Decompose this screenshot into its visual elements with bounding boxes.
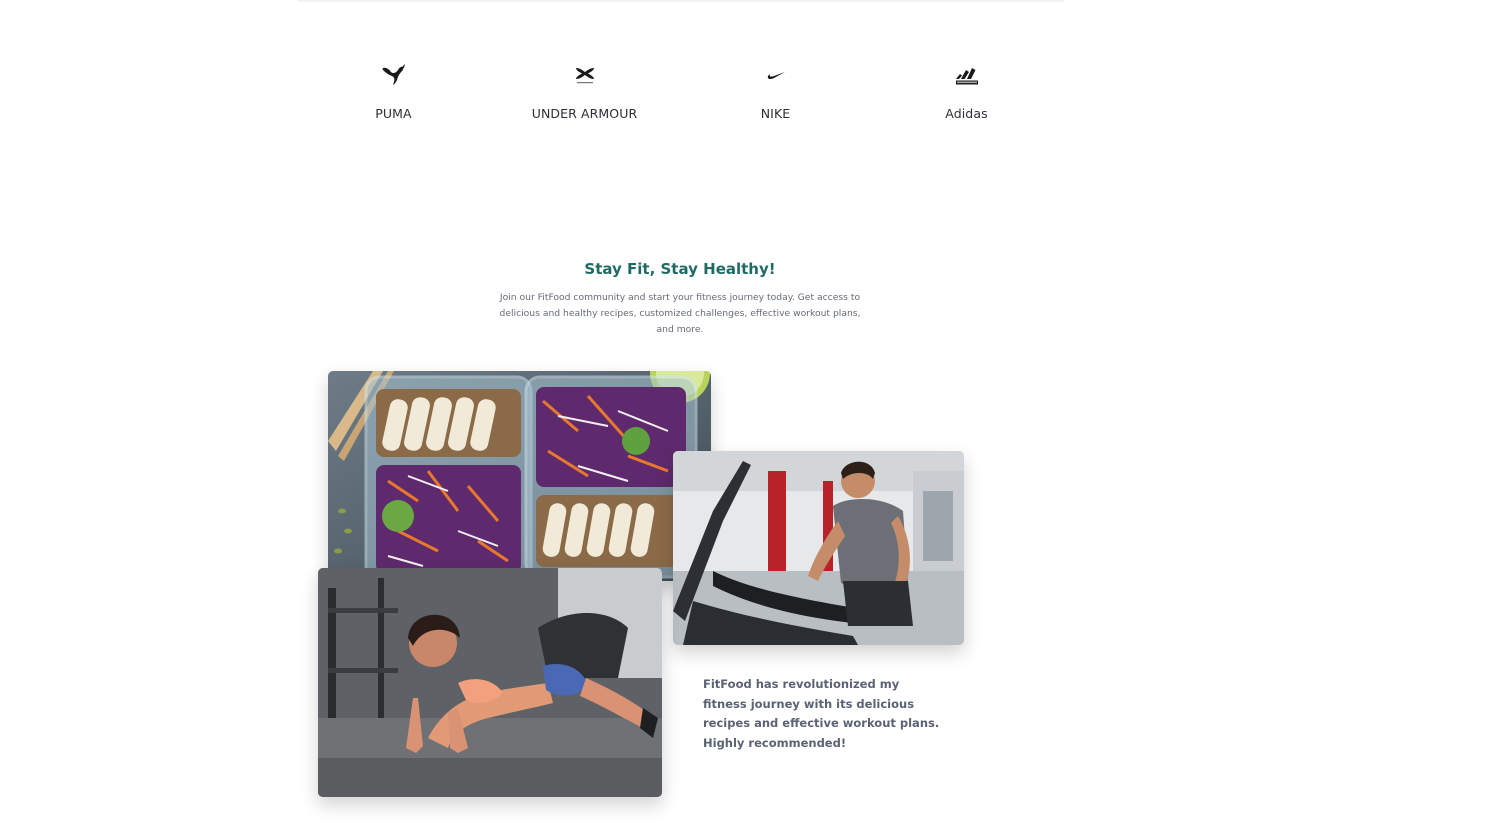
brand-name: NIKE [760, 106, 791, 121]
treadmill-runner-photo [673, 451, 964, 645]
brand-nike[interactable]: NIKE [680, 60, 871, 130]
under-armour-logo-icon [489, 60, 680, 90]
brand-puma[interactable]: PUMA [298, 60, 489, 130]
top-divider [298, 0, 1064, 2]
testimonial-quote: FitFood has revolutionized my fitness jo… [703, 677, 940, 750]
plank-workout-photo [318, 568, 662, 797]
page: PUMA UNDER ARMOUR NIKE Adidas Stay Fit, … [0, 0, 1492, 832]
puma-logo-icon [298, 60, 489, 90]
brand-name: PUMA [375, 106, 412, 121]
brand-adidas[interactable]: Adidas [871, 60, 1062, 130]
brand-partners: PUMA UNDER ARMOUR NIKE Adidas [298, 60, 1064, 130]
section-title: Stay Fit, Stay Healthy! [584, 260, 776, 278]
brand-name: UNDER ARMOUR [531, 106, 638, 121]
section-description: Join our FitFood community and start you… [499, 292, 861, 335]
brand-name: Adidas [945, 106, 988, 121]
adidas-logo-icon [871, 60, 1062, 90]
meal-prep-photo [328, 371, 711, 581]
brand-under-armour[interactable]: UNDER ARMOUR [489, 60, 680, 130]
nike-swoosh-icon [680, 60, 871, 90]
